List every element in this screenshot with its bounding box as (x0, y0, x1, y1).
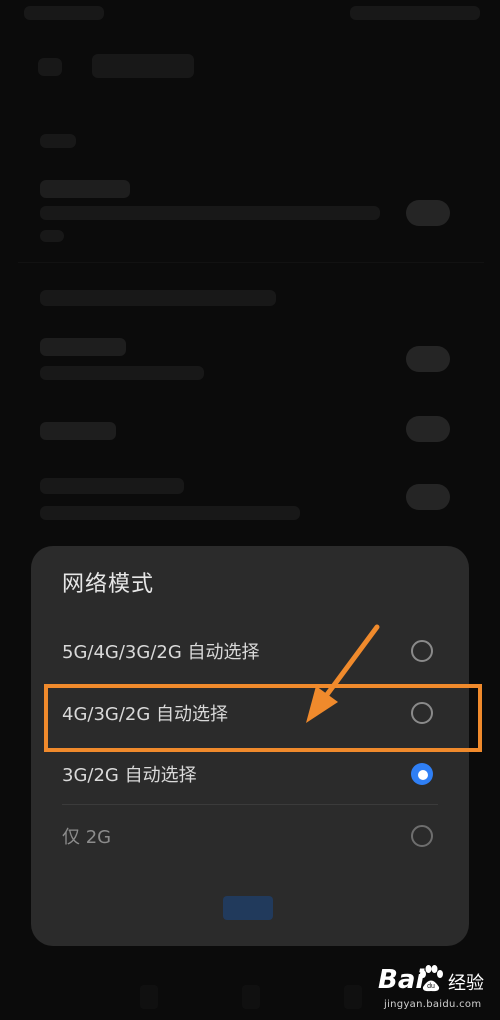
option-3g-2g-auto[interactable]: 3G/2G 自动选择 (31, 745, 469, 803)
jingyan-text: 经验 (448, 973, 484, 994)
option-label: 3G/2G 自动选择 (62, 765, 197, 786)
paw-icon: du (420, 965, 443, 992)
paw-text: du (427, 983, 435, 990)
option-2g-only: 仅 2G (31, 807, 469, 865)
watermark-url: jingyan.baidu.com (384, 999, 482, 1010)
radio-checked[interactable] (411, 763, 433, 785)
baidu-jingyan-watermark: Bai du 经验 jingyan.baidu.com (378, 965, 488, 1015)
radio-unchecked (411, 825, 433, 847)
option-4g-3g-2g-auto[interactable]: 4G/3G/2G 自动选择 (31, 684, 469, 742)
option-label: 仅 2G (62, 827, 112, 848)
radio-unchecked[interactable] (411, 702, 433, 724)
cancel-button[interactable] (223, 896, 273, 920)
option-5g-4g-3g-2g-auto[interactable]: 5G/4G/3G/2G 自动选择 (31, 622, 469, 680)
radio-unchecked[interactable] (411, 640, 433, 662)
network-mode-dialog: 网络模式 5G/4G/3G/2G 自动选择 4G/3G/2G 自动选择 3G/2… (31, 546, 469, 946)
dialog-title: 网络模式 (62, 572, 155, 597)
option-label: 4G/3G/2G 自动选择 (62, 704, 229, 725)
option-divider (62, 804, 438, 805)
option-label: 5G/4G/3G/2G 自动选择 (62, 642, 260, 663)
